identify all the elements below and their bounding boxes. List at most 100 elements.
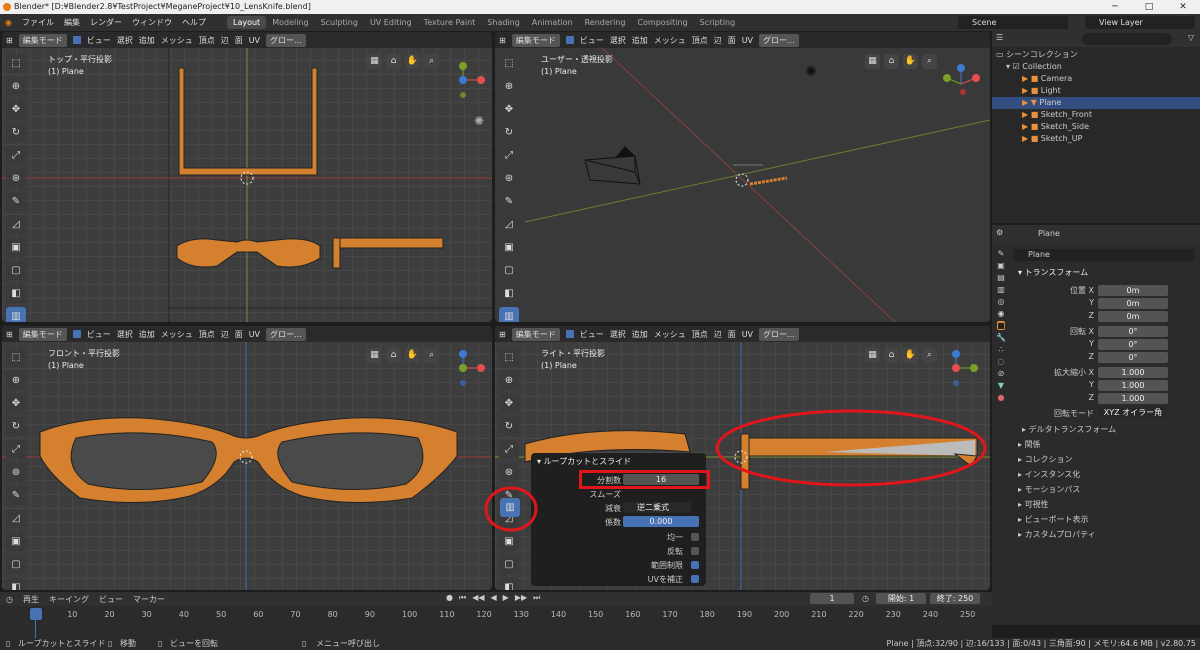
view-layer-props-icon[interactable]: ▥ <box>997 285 1005 294</box>
tab-uv-editing[interactable]: UV Editing <box>364 16 418 29</box>
mode-dropdown[interactable]: 編集モード <box>511 327 560 341</box>
transform-icon[interactable]: ⊛ <box>499 169 519 188</box>
start-frame-field[interactable]: 開始: 1 <box>876 593 926 604</box>
inset-icon[interactable]: ▢ <box>499 261 519 280</box>
scale-icon[interactable]: ⤢ <box>499 146 519 165</box>
panel-viewport-display[interactable]: ▸ ビューポート表示 <box>1014 514 1200 526</box>
menu-add[interactable]: 追加 <box>139 35 155 46</box>
outliner-search[interactable] <box>1082 33 1172 45</box>
next-key-icon[interactable]: ▶▶ <box>515 593 527 603</box>
extrude-icon[interactable]: ▣ <box>6 532 26 551</box>
navigation-gizmo[interactable] <box>941 64 981 104</box>
menu-mesh[interactable]: メッシュ <box>161 35 193 46</box>
location-y-field[interactable]: 0m <box>1098 298 1168 309</box>
zoom-icon[interactable]: ⌕ <box>922 348 937 363</box>
viewport-top[interactable]: ⊞ 編集モード ビュー 選択 追加 メッシュ 頂点 辺 面 UV グロー... … <box>2 32 492 322</box>
measure-icon[interactable]: ◿ <box>6 215 26 234</box>
outliner-collection[interactable]: ▾ ☑ Collection <box>992 61 1200 73</box>
menu-vertex[interactable]: 頂点 <box>692 35 708 46</box>
menu-edge[interactable]: 辺 <box>714 35 722 46</box>
menu-uv[interactable]: UV <box>742 36 753 45</box>
annotate-icon[interactable]: ✎ <box>6 192 26 211</box>
menu-edge[interactable]: 辺 <box>221 329 229 340</box>
rotate-icon[interactable]: ↻ <box>6 123 26 142</box>
menu-mesh[interactable]: メッシュ <box>654 329 686 340</box>
transform-orientation-dropdown[interactable]: グロー... <box>266 327 306 341</box>
timeline-menu-playback[interactable]: 再生 <box>23 594 39 605</box>
menu-vertex[interactable]: 頂点 <box>199 329 215 340</box>
mode-dropdown[interactable]: 編集モード <box>511 33 560 47</box>
outliner-item-light[interactable]: ▶ ■ Light <box>992 85 1200 97</box>
timeline-editor-icon[interactable]: ◷ <box>6 595 13 604</box>
menu-uv[interactable]: UV <box>742 330 753 339</box>
panel-delta-transform[interactable]: ▸ デルタトランスフォーム <box>1018 424 1200 436</box>
measure-icon[interactable]: ◿ <box>499 215 519 234</box>
location-z-field[interactable]: 0m <box>1098 311 1168 322</box>
tab-scripting[interactable]: Scripting <box>694 16 742 29</box>
menu-add[interactable]: 追加 <box>632 329 648 340</box>
transform-orientation-dropdown[interactable]: グロー... <box>759 33 799 47</box>
tab-rendering[interactable]: Rendering <box>579 16 632 29</box>
tool-props-icon[interactable]: ✎ <box>998 249 1005 258</box>
menu-face[interactable]: 面 <box>728 35 736 46</box>
inset-icon[interactable]: ▢ <box>499 555 519 574</box>
transform-orientation-dropdown[interactable]: グロー... <box>266 33 306 47</box>
outliner-scene-collection[interactable]: ▭ シーンコレクション <box>992 49 1200 61</box>
vertex-select-icon[interactable] <box>72 36 81 44</box>
move-icon[interactable]: ✥ <box>6 394 26 413</box>
modifier-props-icon[interactable]: 🔧 <box>996 333 1006 342</box>
bevel-icon[interactable]: ◧ <box>499 284 519 303</box>
panel-collections[interactable]: ▸ コレクション <box>1014 454 1200 466</box>
zoom-icon[interactable]: ⌕ <box>424 54 439 69</box>
menu-view[interactable]: ビュー <box>580 329 604 340</box>
bevel-icon[interactable]: ◧ <box>6 578 26 590</box>
menu-view[interactable]: ビュー <box>580 35 604 46</box>
menu-render[interactable]: レンダー <box>85 17 127 28</box>
vertex-select-icon[interactable] <box>565 36 574 44</box>
inset-icon[interactable]: ▢ <box>6 261 26 280</box>
outliner-item-camera[interactable]: ▶ ■ Camera <box>992 73 1200 85</box>
move-icon[interactable]: ✥ <box>499 394 519 413</box>
grid-view-icon[interactable]: ▦ <box>367 348 382 363</box>
playhead[interactable] <box>30 608 42 620</box>
editor-type-icon[interactable]: ⊞ <box>6 36 13 45</box>
camera-view-icon[interactable]: ⌂ <box>386 54 401 69</box>
select-box-icon[interactable]: ⬚ <box>499 54 519 73</box>
navigation-gizmo[interactable] <box>448 348 488 388</box>
transform-panel-header[interactable]: ▾ トランスフォーム <box>1014 267 1200 279</box>
editor-type-icon[interactable]: ⊞ <box>499 330 506 339</box>
scale-icon[interactable]: ⤢ <box>6 146 26 165</box>
location-x-field[interactable]: 0m <box>1098 285 1168 296</box>
tab-shading[interactable]: Shading <box>481 16 526 29</box>
clock-icon[interactable]: ◷ <box>862 594 869 603</box>
select-box-icon[interactable]: ⬚ <box>499 348 519 367</box>
menu-add[interactable]: 追加 <box>139 329 155 340</box>
world-props-icon[interactable]: ◉ <box>998 309 1005 318</box>
mode-dropdown[interactable]: 編集モード <box>18 33 67 47</box>
navigation-gizmo[interactable] <box>941 348 981 388</box>
loop-cut-icon[interactable]: ▥ <box>6 307 26 322</box>
cursor-icon[interactable]: ⊕ <box>499 371 519 390</box>
physics-props-icon[interactable]: ◌ <box>998 357 1005 366</box>
bevel-icon[interactable]: ◧ <box>6 284 26 303</box>
menu-edge[interactable]: 辺 <box>714 329 722 340</box>
constraint-props-icon[interactable]: ⊘ <box>998 369 1005 378</box>
timeline-menu-keying[interactable]: キーイング <box>49 594 89 605</box>
render-props-icon[interactable]: ▣ <box>997 261 1005 270</box>
uv-correct-checkbox[interactable] <box>691 575 699 583</box>
menu-view[interactable]: ビュー <box>87 329 111 340</box>
navigation-gizmo[interactable] <box>448 60 488 100</box>
grid-view-icon[interactable]: ▦ <box>367 54 382 69</box>
camera-view-icon[interactable]: ⌂ <box>884 348 899 363</box>
menu-file[interactable]: ファイル <box>17 17 59 28</box>
menu-vertex[interactable]: 頂点 <box>199 35 215 46</box>
camera-view-icon[interactable]: ⌂ <box>884 54 899 69</box>
menu-mesh[interactable]: メッシュ <box>161 329 193 340</box>
cursor-icon[interactable]: ⊕ <box>6 371 26 390</box>
factor-field[interactable]: 0.000 <box>623 516 699 527</box>
frame-ruler[interactable]: 1102030405060708090100110120130140150160… <box>0 608 992 622</box>
grid-view-icon[interactable]: ▦ <box>865 348 880 363</box>
transform-orientation-dropdown[interactable]: グロー... <box>759 327 799 341</box>
menu-select[interactable]: 選択 <box>610 329 626 340</box>
scene-props-icon[interactable]: ◎ <box>998 297 1005 306</box>
